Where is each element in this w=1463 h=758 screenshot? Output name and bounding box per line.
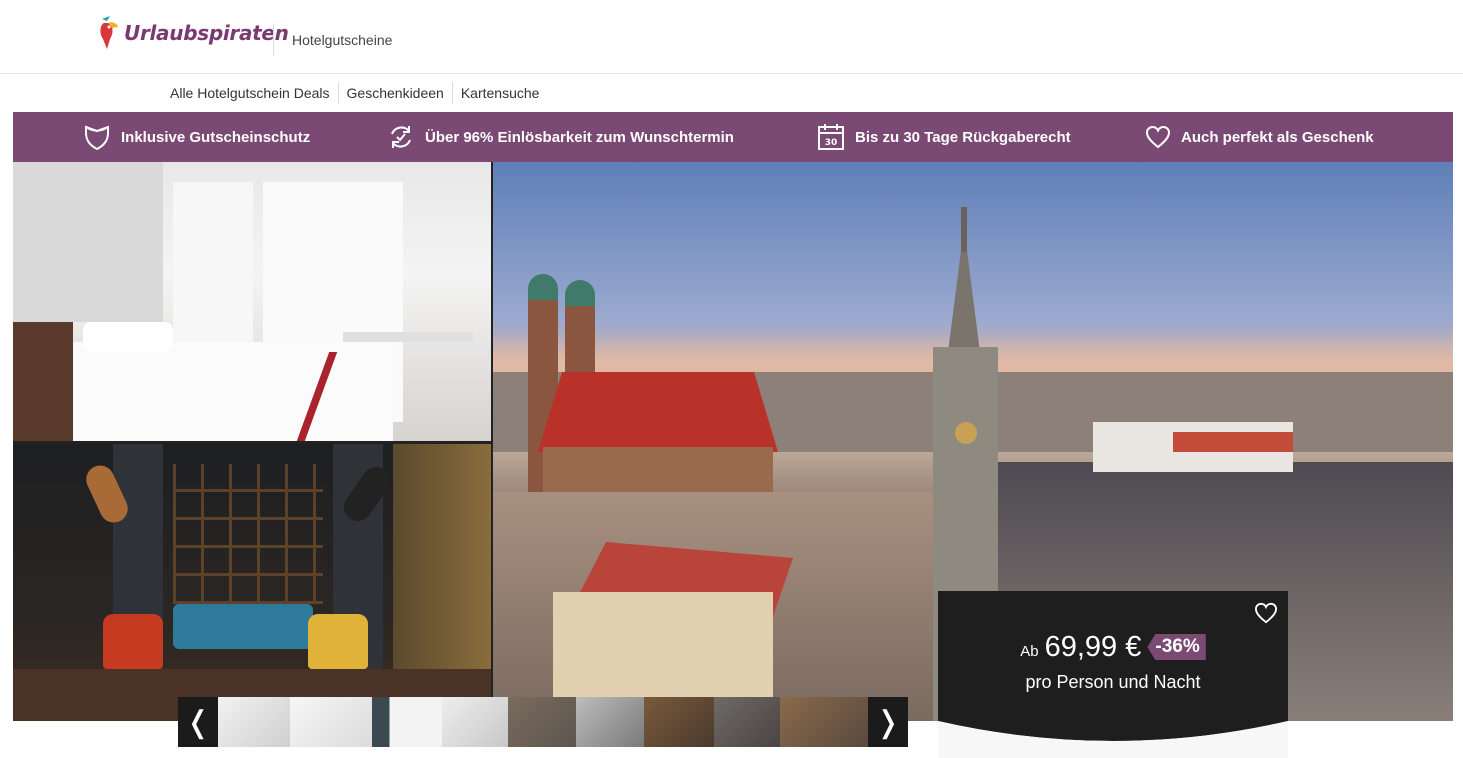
thumbnail[interactable] (372, 697, 442, 747)
logo-text: Urlaubspiraten (124, 21, 289, 45)
shield-icon (85, 125, 109, 151)
benefit-label: Bis zu 30 Tage Rückgaberecht (855, 128, 1071, 146)
benefit-label: Inklusive Gutscheinschutz (121, 128, 311, 146)
thumbnail[interactable] (218, 697, 290, 747)
discount-badge: -36% (1147, 634, 1206, 660)
subnav-map-search[interactable]: Kartensuche (453, 82, 548, 104)
parrot-logo-icon (100, 16, 118, 49)
thumbnail[interactable] (508, 697, 576, 747)
header-divider (273, 24, 274, 56)
subnav-all-deals[interactable]: Alle Hotelgutschein Deals (162, 82, 339, 104)
benefit-gift: Auch perfekt als Geschenk (1145, 112, 1374, 162)
price-unit: pro Person und Nacht (1025, 672, 1201, 692)
benefit-voucher-protection: Inklusive Gutscheinschutz (83, 112, 310, 162)
hotel-room-photo[interactable] (13, 162, 491, 441)
section-title[interactable]: Hotelgutscheine (292, 32, 392, 48)
thumbnail[interactable] (576, 697, 644, 747)
hotel-lobby-photo[interactable] (13, 444, 491, 721)
benefit-redeemability: Über 96% Einlösbarkeit zum Wunschtermin (387, 112, 734, 162)
benefits-bar: Inklusive Gutscheinschutz Über 96% Einlö… (13, 112, 1453, 162)
site-header: Urlaubspiraten Hotelgutscheine (0, 0, 1463, 74)
thumbnail[interactable] (780, 697, 868, 747)
heart-icon (1145, 125, 1171, 149)
thumbnail[interactable] (442, 697, 508, 747)
price-line: Ab 69,99 € -36% (938, 631, 1288, 664)
price-amount: 69,99 € (1044, 631, 1142, 663)
thumbnail[interactable] (644, 697, 714, 747)
gallery-next-button[interactable]: ❭ (868, 697, 908, 747)
site-logo[interactable]: Urlaubspiraten (98, 13, 289, 53)
calendar-icon-text: 30 (825, 138, 838, 148)
favorite-heart-icon[interactable] (1254, 602, 1278, 624)
price-prefix: Ab (1020, 643, 1039, 660)
price-card: Ab 69,99 € -36% pro Person und Nacht (938, 591, 1288, 758)
gallery-prev-button[interactable]: ❬ (178, 697, 218, 747)
thumbnail-strip: ❬ ❭ (178, 697, 908, 747)
calendar-icon: 30 (818, 124, 844, 150)
refresh-check-icon (391, 126, 411, 148)
thumbnail[interactable] (290, 697, 372, 747)
benefit-label: Auch perfekt als Geschenk (1181, 128, 1374, 146)
benefit-return-policy: 30 Bis zu 30 Tage Rückgaberecht (817, 112, 1071, 162)
thumbnail[interactable] (714, 697, 780, 747)
sub-navigation: Alle Hotelgutschein Deals Geschenkideen … (162, 74, 547, 112)
subnav-gift-ideas[interactable]: Geschenkideen (339, 82, 453, 104)
benefit-label: Über 96% Einlösbarkeit zum Wunschtermin (425, 128, 734, 146)
